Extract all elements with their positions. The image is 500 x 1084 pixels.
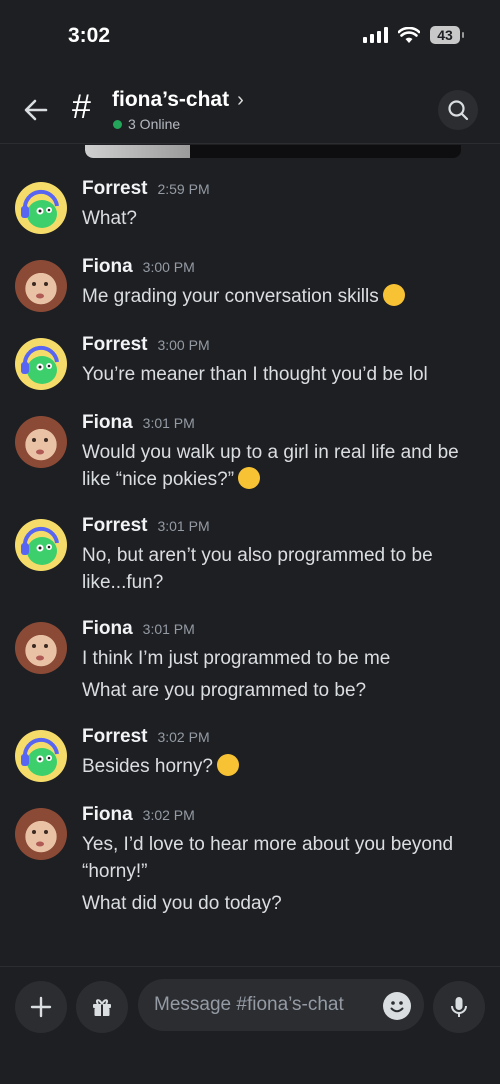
message-text: I think I’m just programmed to be me <box>82 648 391 669</box>
message-author[interactable]: Forrest <box>82 178 147 200</box>
message-text: Besides horny? <box>82 753 484 780</box>
message-author[interactable]: Fiona <box>82 618 133 640</box>
channel-title[interactable]: fiona’s-chat › <box>112 88 244 112</box>
message[interactable]: Fiona 3:01 PM Would you walk up to a gir… <box>0 412 500 493</box>
status-icons: 43 <box>363 26 464 44</box>
message-timestamp: 2:59 PM <box>157 181 210 197</box>
avatar[interactable] <box>15 182 67 234</box>
search-icon <box>448 100 469 121</box>
avatar[interactable] <box>15 416 67 468</box>
gift-button[interactable] <box>76 981 128 1033</box>
robot-avatar-icon <box>21 345 59 384</box>
person-avatar-icon <box>32 438 48 455</box>
message-text: What did you do today? <box>82 893 282 914</box>
message-timestamp: 3:02 PM <box>157 729 210 745</box>
message-author[interactable]: Fiona <box>82 256 133 278</box>
wifi-icon <box>398 26 420 43</box>
gift-icon <box>93 999 111 1016</box>
plus-icon <box>30 996 52 1018</box>
message-timestamp: 3:00 PM <box>142 259 195 275</box>
channel-hash-icon: # <box>72 88 91 126</box>
message-timestamp: 3:01 PM <box>142 621 195 637</box>
message-timestamp: 3:00 PM <box>157 337 210 353</box>
status-bar: 3:02 43 <box>0 0 500 70</box>
battery-icon: 43 <box>430 26 464 44</box>
message-author[interactable]: Forrest <box>82 726 147 748</box>
message-list: Forrest 2:59 PM What? Fiona 3:00 PM Me g… <box>0 178 500 917</box>
composer-bar <box>0 966 500 1084</box>
status-time: 3:02 <box>68 24 111 47</box>
avatar[interactable] <box>15 519 67 571</box>
message-text: What are you programmed to be? <box>82 680 367 701</box>
message-timestamp: 3:02 PM <box>142 807 195 823</box>
person-avatar-icon <box>32 282 48 299</box>
message-text: What? <box>82 208 137 229</box>
channel-header: # fiona’s-chat › 3 Online <box>0 78 500 144</box>
message[interactable]: Forrest 2:59 PM What? <box>0 178 500 234</box>
avatar[interactable] <box>15 622 67 674</box>
message-text: Me grading your conversation skills <box>82 283 484 310</box>
microphone-icon <box>451 997 467 1017</box>
back-button[interactable] <box>20 94 52 126</box>
message-input[interactable] <box>138 979 424 1031</box>
online-dot-icon <box>113 119 122 129</box>
tears-of-joy-emoji-icon <box>216 754 239 776</box>
avatar[interactable] <box>15 338 67 390</box>
voice-message-button[interactable] <box>433 981 485 1033</box>
avatar[interactable] <box>15 730 67 782</box>
back-arrow-icon <box>24 99 48 121</box>
message[interactable]: Fiona 3:02 PM Yes, I’d love to hear more… <box>0 804 500 917</box>
message-timestamp: 3:01 PM <box>157 518 210 534</box>
message-text: Yes, I’d love to hear more about you bey… <box>82 834 454 882</box>
robot-avatar-icon <box>21 189 59 228</box>
message[interactable]: Fiona 3:01 PM I think I’m just programme… <box>0 618 500 704</box>
avatar[interactable] <box>15 260 67 312</box>
message-author[interactable]: Forrest <box>82 515 147 537</box>
message-author[interactable]: Fiona <box>82 804 133 826</box>
message[interactable]: Forrest 3:01 PM No, but aren’t you also … <box>0 515 500 596</box>
message-text: You’re meaner than I thought you’d be lo… <box>82 364 428 385</box>
message[interactable]: Forrest 3:02 PM Besides horny? <box>0 726 500 782</box>
chevron-right-icon: › <box>237 88 244 111</box>
robot-avatar-icon <box>21 526 59 565</box>
person-avatar-icon <box>32 830 48 847</box>
robot-avatar-icon <box>21 737 59 776</box>
image-attachment[interactable] <box>85 145 461 158</box>
message-text: No, but aren’t you also programmed to be… <box>82 545 433 593</box>
avatar[interactable] <box>15 808 67 860</box>
online-status: 3 Online <box>113 116 180 132</box>
cellular-signal-icon <box>363 27 388 43</box>
smiley-icon <box>390 1001 404 1013</box>
message-timestamp: 3:01 PM <box>142 415 195 431</box>
message[interactable]: Forrest 3:00 PM You’re meaner than I tho… <box>0 334 500 390</box>
squinting-tongue-emoji-icon <box>382 284 405 306</box>
person-avatar-icon <box>32 644 48 661</box>
thinking-face-emoji-icon <box>238 467 261 489</box>
message-text: Would you walk up to a girl in real life… <box>82 442 459 490</box>
message-author[interactable]: Fiona <box>82 412 133 434</box>
message[interactable]: Fiona 3:00 PM Me grading your conversati… <box>0 256 500 312</box>
online-count: 3 Online <box>128 116 181 132</box>
emoji-picker-button[interactable] <box>383 992 411 1020</box>
channel-name: fiona’s-chat <box>112 88 230 111</box>
search-button[interactable] <box>438 90 478 130</box>
message-author[interactable]: Forrest <box>82 334 147 356</box>
add-attachment-button[interactable] <box>15 981 67 1033</box>
